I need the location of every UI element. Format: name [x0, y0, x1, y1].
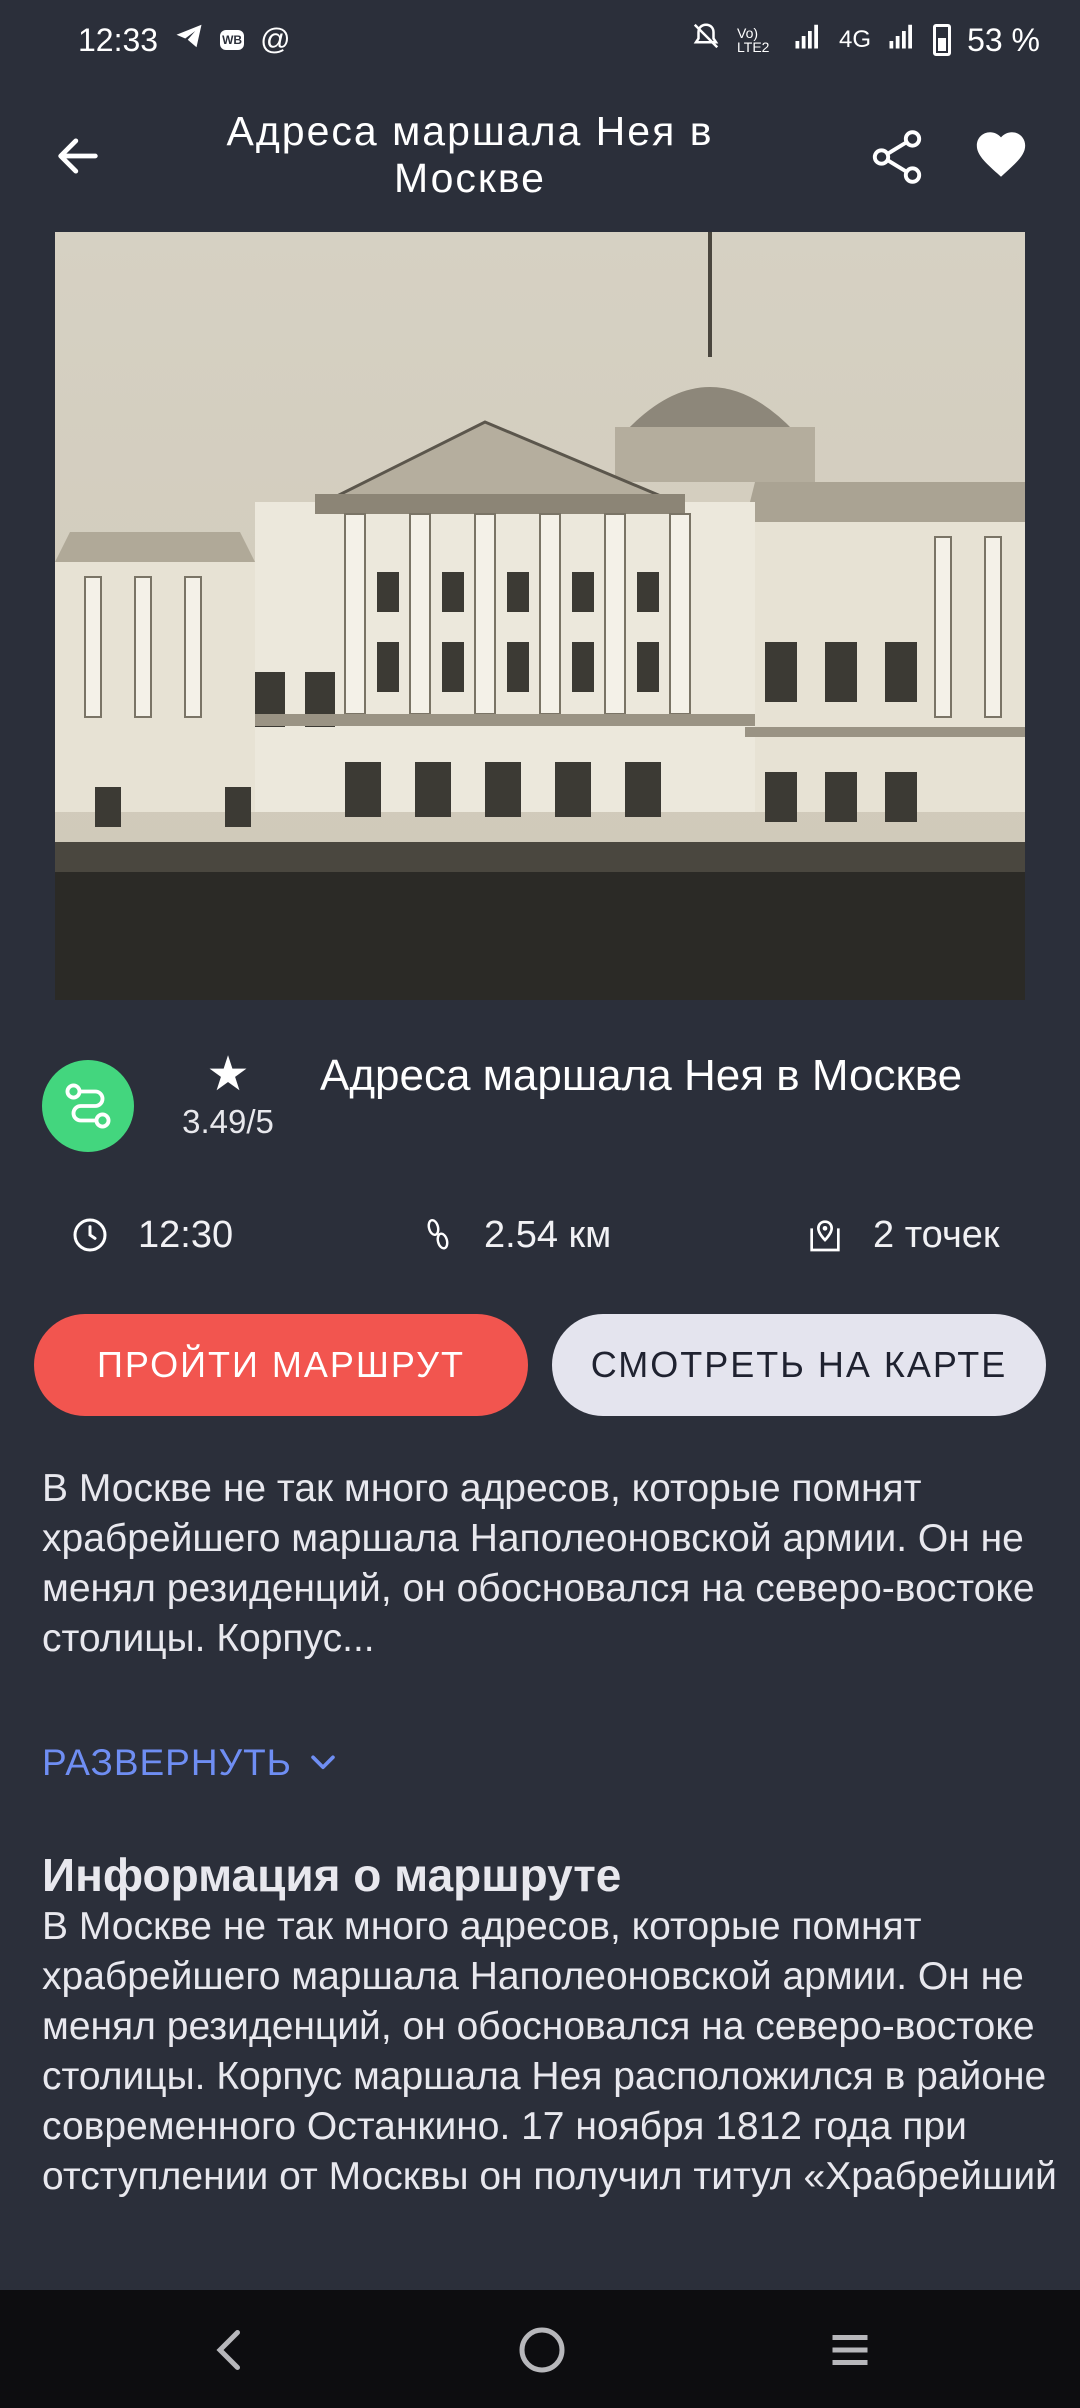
battery-level: 53 % — [967, 21, 1040, 58]
network-type: 4G — [839, 26, 872, 53]
route-type-badge — [42, 1060, 134, 1152]
volte-icon: Vo) LTE2 — [737, 25, 770, 55]
footsteps-icon — [427, 1218, 449, 1250]
back-button[interactable] — [48, 126, 108, 186]
system-back-button[interactable] — [200, 2320, 260, 2380]
telegram-icon — [174, 21, 204, 59]
view-on-map-button[interactable]: СМОТРЕТЬ НА КАРТЕ — [552, 1314, 1046, 1416]
expand-label: РАЗВЕРНУТЬ — [42, 1742, 292, 1783]
start-route-button[interactable]: ПРОЙТИ МАРШРУТ — [34, 1314, 528, 1416]
battery-icon — [933, 24, 952, 56]
clock-icon — [73, 1218, 107, 1252]
heart-icon — [976, 132, 1026, 177]
chevron-down-icon — [311, 1755, 335, 1770]
status-bar: 12:33 WB @ Vo) LTE2 4G 53 % — [0, 0, 1080, 80]
status-left: 12:33 WB @ — [78, 21, 291, 59]
system-recents-button[interactable] — [820, 2320, 880, 2380]
system-home-button[interactable] — [512, 2320, 572, 2380]
route-title: Адреса маршала Нея в Москве — [320, 1051, 963, 1100]
signal-icon-2 — [887, 21, 917, 59]
wb-icon: WB — [220, 30, 245, 50]
mute-icon — [691, 21, 721, 59]
route-points: 2 точек — [805, 1205, 1000, 1265]
map-pin-icon — [810, 1220, 840, 1252]
status-right: Vo) LTE2 4G 53 % — [691, 21, 1040, 59]
chevron-left-icon — [216, 2330, 240, 2370]
share-button[interactable] — [866, 126, 930, 190]
menu-icon — [832, 2335, 868, 2365]
palace-illustration — [55, 232, 1025, 1000]
route-description: В Москве не так много адресов, которые п… — [42, 1467, 1035, 1660]
route-duration: 12:30 — [70, 1205, 233, 1265]
route-photo — [55, 232, 1025, 1000]
arrow-left-icon — [58, 138, 98, 174]
home-circle-icon — [519, 2327, 565, 2373]
page-title: Адреса маршала Нея в Москве — [226, 108, 714, 201]
distance-value: 2.54 км — [484, 1213, 612, 1256]
points-value: 2 точек — [873, 1213, 1000, 1256]
status-time: 12:33 — [78, 21, 159, 58]
favorite-button[interactable] — [972, 126, 1036, 190]
share-icon — [872, 130, 922, 184]
app-bar: Адреса маршала Нея в Москве — [0, 80, 1080, 230]
system-nav-bar — [0, 2290, 1080, 2408]
route-distance: 2.54 км — [420, 1205, 611, 1265]
at-icon: @ — [260, 23, 291, 56]
route-info-text: В Москве не так много адресов, которые п… — [42, 1905, 1057, 2198]
star-icon: ★ — [206, 1048, 250, 1101]
route-info-title: Информация о маршруте — [42, 1849, 622, 1901]
rating-value: 3.49/5 — [182, 1103, 274, 1140]
expand-button[interactable]: РАЗВЕРНУТЬ — [42, 1742, 340, 1784]
signal-icon — [793, 21, 823, 59]
route-icon — [65, 1083, 111, 1129]
route-rating: ★ 3.49/5 — [168, 1048, 288, 1142]
duration-value: 12:30 — [138, 1213, 234, 1256]
